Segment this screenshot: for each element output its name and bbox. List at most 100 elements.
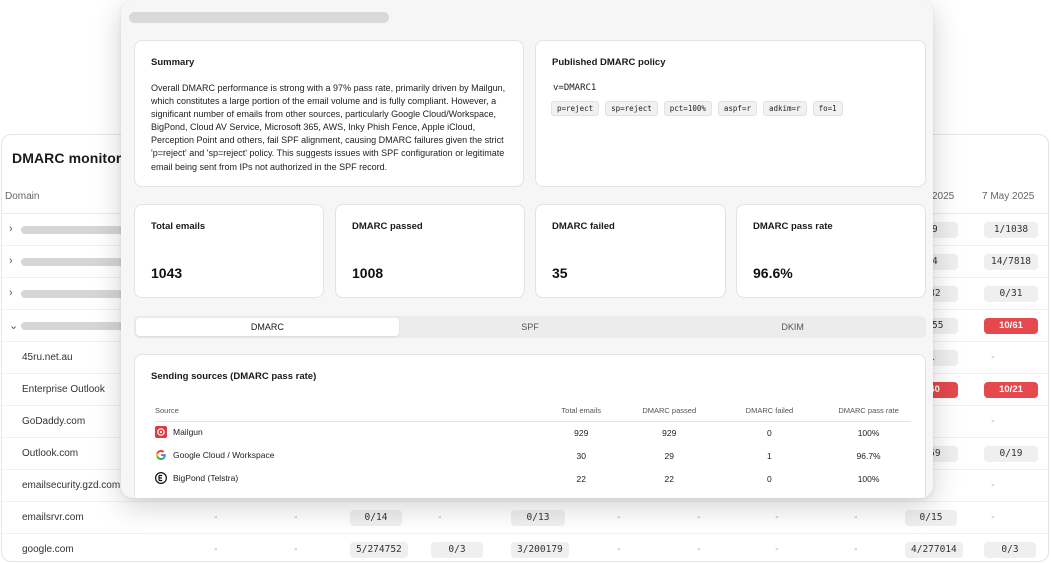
source-domain-name: Outlook.com: [22, 448, 79, 459]
report-cell[interactable]: 1/1038: [984, 222, 1038, 238]
sending-sources-card: Sending sources (DMARC pass rate) Source…: [134, 354, 926, 498]
column-header-source: Source: [155, 401, 537, 422]
stat-label: DMARC passed: [352, 221, 423, 232]
dmarc-failed-cell: 1: [767, 450, 772, 461]
report-cell[interactable]: 0/15: [905, 510, 957, 526]
source-domain-name: google.com: [22, 544, 74, 555]
total-emails-cell: 22: [576, 473, 586, 484]
report-cell[interactable]: 14/7818: [984, 254, 1038, 270]
total-emails-cell: 929: [574, 427, 589, 438]
report-cell[interactable]: 4/277014: [905, 542, 963, 558]
report-cell: -: [696, 544, 702, 555]
column-header-total-emails: Total emails: [536, 401, 626, 422]
source-domain-name: emailsecurity.gzd.com: [22, 480, 121, 491]
mailgun-icon: [155, 425, 167, 438]
report-cell[interactable]: 0/14: [350, 510, 402, 526]
report-cell: -: [774, 544, 780, 555]
source-domain-name: Enterprise Outlook: [22, 384, 105, 395]
stat-value: 1008: [352, 265, 384, 281]
report-cell: -: [616, 512, 622, 523]
stat-label: DMARC pass rate: [753, 221, 833, 232]
chevron-right-icon[interactable]: ›: [9, 287, 13, 299]
source-label: Google Cloud / Workspace: [173, 449, 275, 460]
dmarc-failed-cell: 0: [767, 473, 772, 484]
report-cell: -: [990, 352, 996, 363]
stat-value: 1043: [151, 265, 183, 281]
report-cell: -: [293, 544, 299, 555]
chevron-right-icon[interactable]: ›: [9, 255, 13, 267]
report-cell[interactable]: 10/61: [984, 318, 1038, 334]
policy-tag: p=reject: [551, 101, 600, 116]
report-cell: -: [437, 512, 443, 523]
report-cell[interactable]: 0/31: [984, 286, 1038, 302]
redacted-modal-title: [129, 12, 389, 23]
column-header-dmarc-passed: DMARC passed: [625, 401, 713, 422]
column-header-dmarc-pass-rate: DMARC pass rate: [826, 401, 911, 422]
source-domain-name: emailsrvr.com: [22, 512, 84, 523]
stat-card-dmarc-failed: DMARC failed 35: [535, 204, 726, 298]
report-cell[interactable]: 5/274752: [350, 542, 408, 558]
report-cell: -: [990, 480, 996, 491]
policy-tag: aspf=r: [717, 101, 757, 116]
tab-spf[interactable]: SPF: [399, 318, 662, 336]
summary-card: Summary Overall DMARC performance is str…: [134, 40, 524, 187]
chevron-right-icon[interactable]: ›: [9, 223, 13, 235]
dmarc-policy-card: Published DMARC policy v=DMARC1 p=reject…: [535, 40, 926, 187]
dmarc-passed-cell: 929: [662, 427, 677, 438]
report-cell: -: [853, 512, 859, 523]
sources-label: Sending sources (DMARC pass rate): [151, 371, 317, 382]
report-cell: -: [293, 512, 299, 523]
table-header-row: Source Total emails DMARC passed DMARC f…: [155, 401, 911, 422]
summary-text: Overall DMARC performance is strong with…: [151, 83, 506, 172]
report-cell[interactable]: 0/3: [431, 542, 483, 558]
report-cell[interactable]: 10/21: [984, 382, 1038, 398]
source-label: Mailgun: [173, 426, 203, 437]
report-cell: -: [213, 512, 219, 523]
stat-card-dmarc-passed: DMARC passed 1008: [335, 204, 525, 298]
source-cell: Google Cloud / Workspace: [155, 444, 537, 467]
table-row[interactable]: BigPond (Telstra) 22 22 0 100%: [155, 467, 911, 490]
domain-source-row[interactable]: google.com - - 5/274752 0/3 3/200179 - - - - 4/277…: [2, 534, 1048, 561]
report-cell: -: [990, 512, 996, 523]
table-row[interactable]: Google Cloud / Workspace 30 29 1 96.7%: [155, 444, 911, 467]
report-cell: -: [213, 544, 219, 555]
policy-tag: adkim=r: [762, 101, 807, 116]
chevron-down-icon[interactable]: ⌄: [9, 319, 18, 332]
sending-sources-table: Source Total emails DMARC passed DMARC f…: [155, 401, 911, 490]
google-icon: [156, 449, 166, 460]
report-cell: -: [616, 544, 622, 555]
domain-source-row[interactable]: emailsrvr.com - - 0/14 - 0/13 - - - - 0/15 -: [2, 502, 1048, 534]
tab-dkim[interactable]: DKIM: [661, 318, 924, 336]
stat-value: 96.6%: [753, 265, 793, 281]
report-cell[interactable]: 3/200179: [511, 542, 569, 558]
source-label: BigPond (Telstra): [173, 472, 239, 483]
source-cell: BigPond (Telstra): [155, 467, 537, 490]
policy-tag: fo=1: [812, 101, 843, 116]
stat-value: 35: [552, 265, 568, 281]
policy-record: v=DMARC1: [553, 83, 597, 93]
dmarc-passed-cell: 22: [664, 473, 674, 484]
source-name: BigPond (Telstra): [155, 471, 239, 484]
column-header-dmarc-failed: DMARC failed: [712, 401, 827, 422]
dmarc-pass-rate-cell: 96.7%: [856, 450, 881, 461]
column-header-domain: Domain: [5, 191, 40, 202]
stat-card-dmarc-pass-rate: DMARC pass rate 96.6%: [736, 204, 926, 298]
source-cell: Mailgun: [155, 421, 537, 444]
tab-dmarc[interactable]: DMARC: [136, 318, 399, 336]
report-cell[interactable]: 0/3: [984, 542, 1036, 558]
policy-tags: p=reject sp=reject pct=100% aspf=r adkim…: [551, 101, 843, 116]
policy-label: Published DMARC policy: [552, 57, 666, 68]
source-domain-name: 45ru.net.au: [22, 352, 73, 363]
stat-label: DMARC failed: [552, 221, 615, 232]
bigpond-icon: [155, 471, 167, 484]
report-cell: -: [853, 544, 859, 555]
dmarc-passed-cell: 29: [664, 450, 674, 461]
dmarc-pass-rate-cell: 100%: [857, 473, 880, 484]
table-row[interactable]: Mailgun 929 929 0 100%: [155, 421, 911, 444]
column-header-date: 7 May 2025: [982, 191, 1035, 202]
report-cell: -: [990, 416, 996, 427]
stat-card-total-emails: Total emails 1043: [134, 204, 324, 298]
report-cell[interactable]: 0/13: [511, 510, 565, 526]
source-name: Mailgun: [155, 425, 203, 438]
report-cell[interactable]: 0/19: [984, 446, 1038, 462]
